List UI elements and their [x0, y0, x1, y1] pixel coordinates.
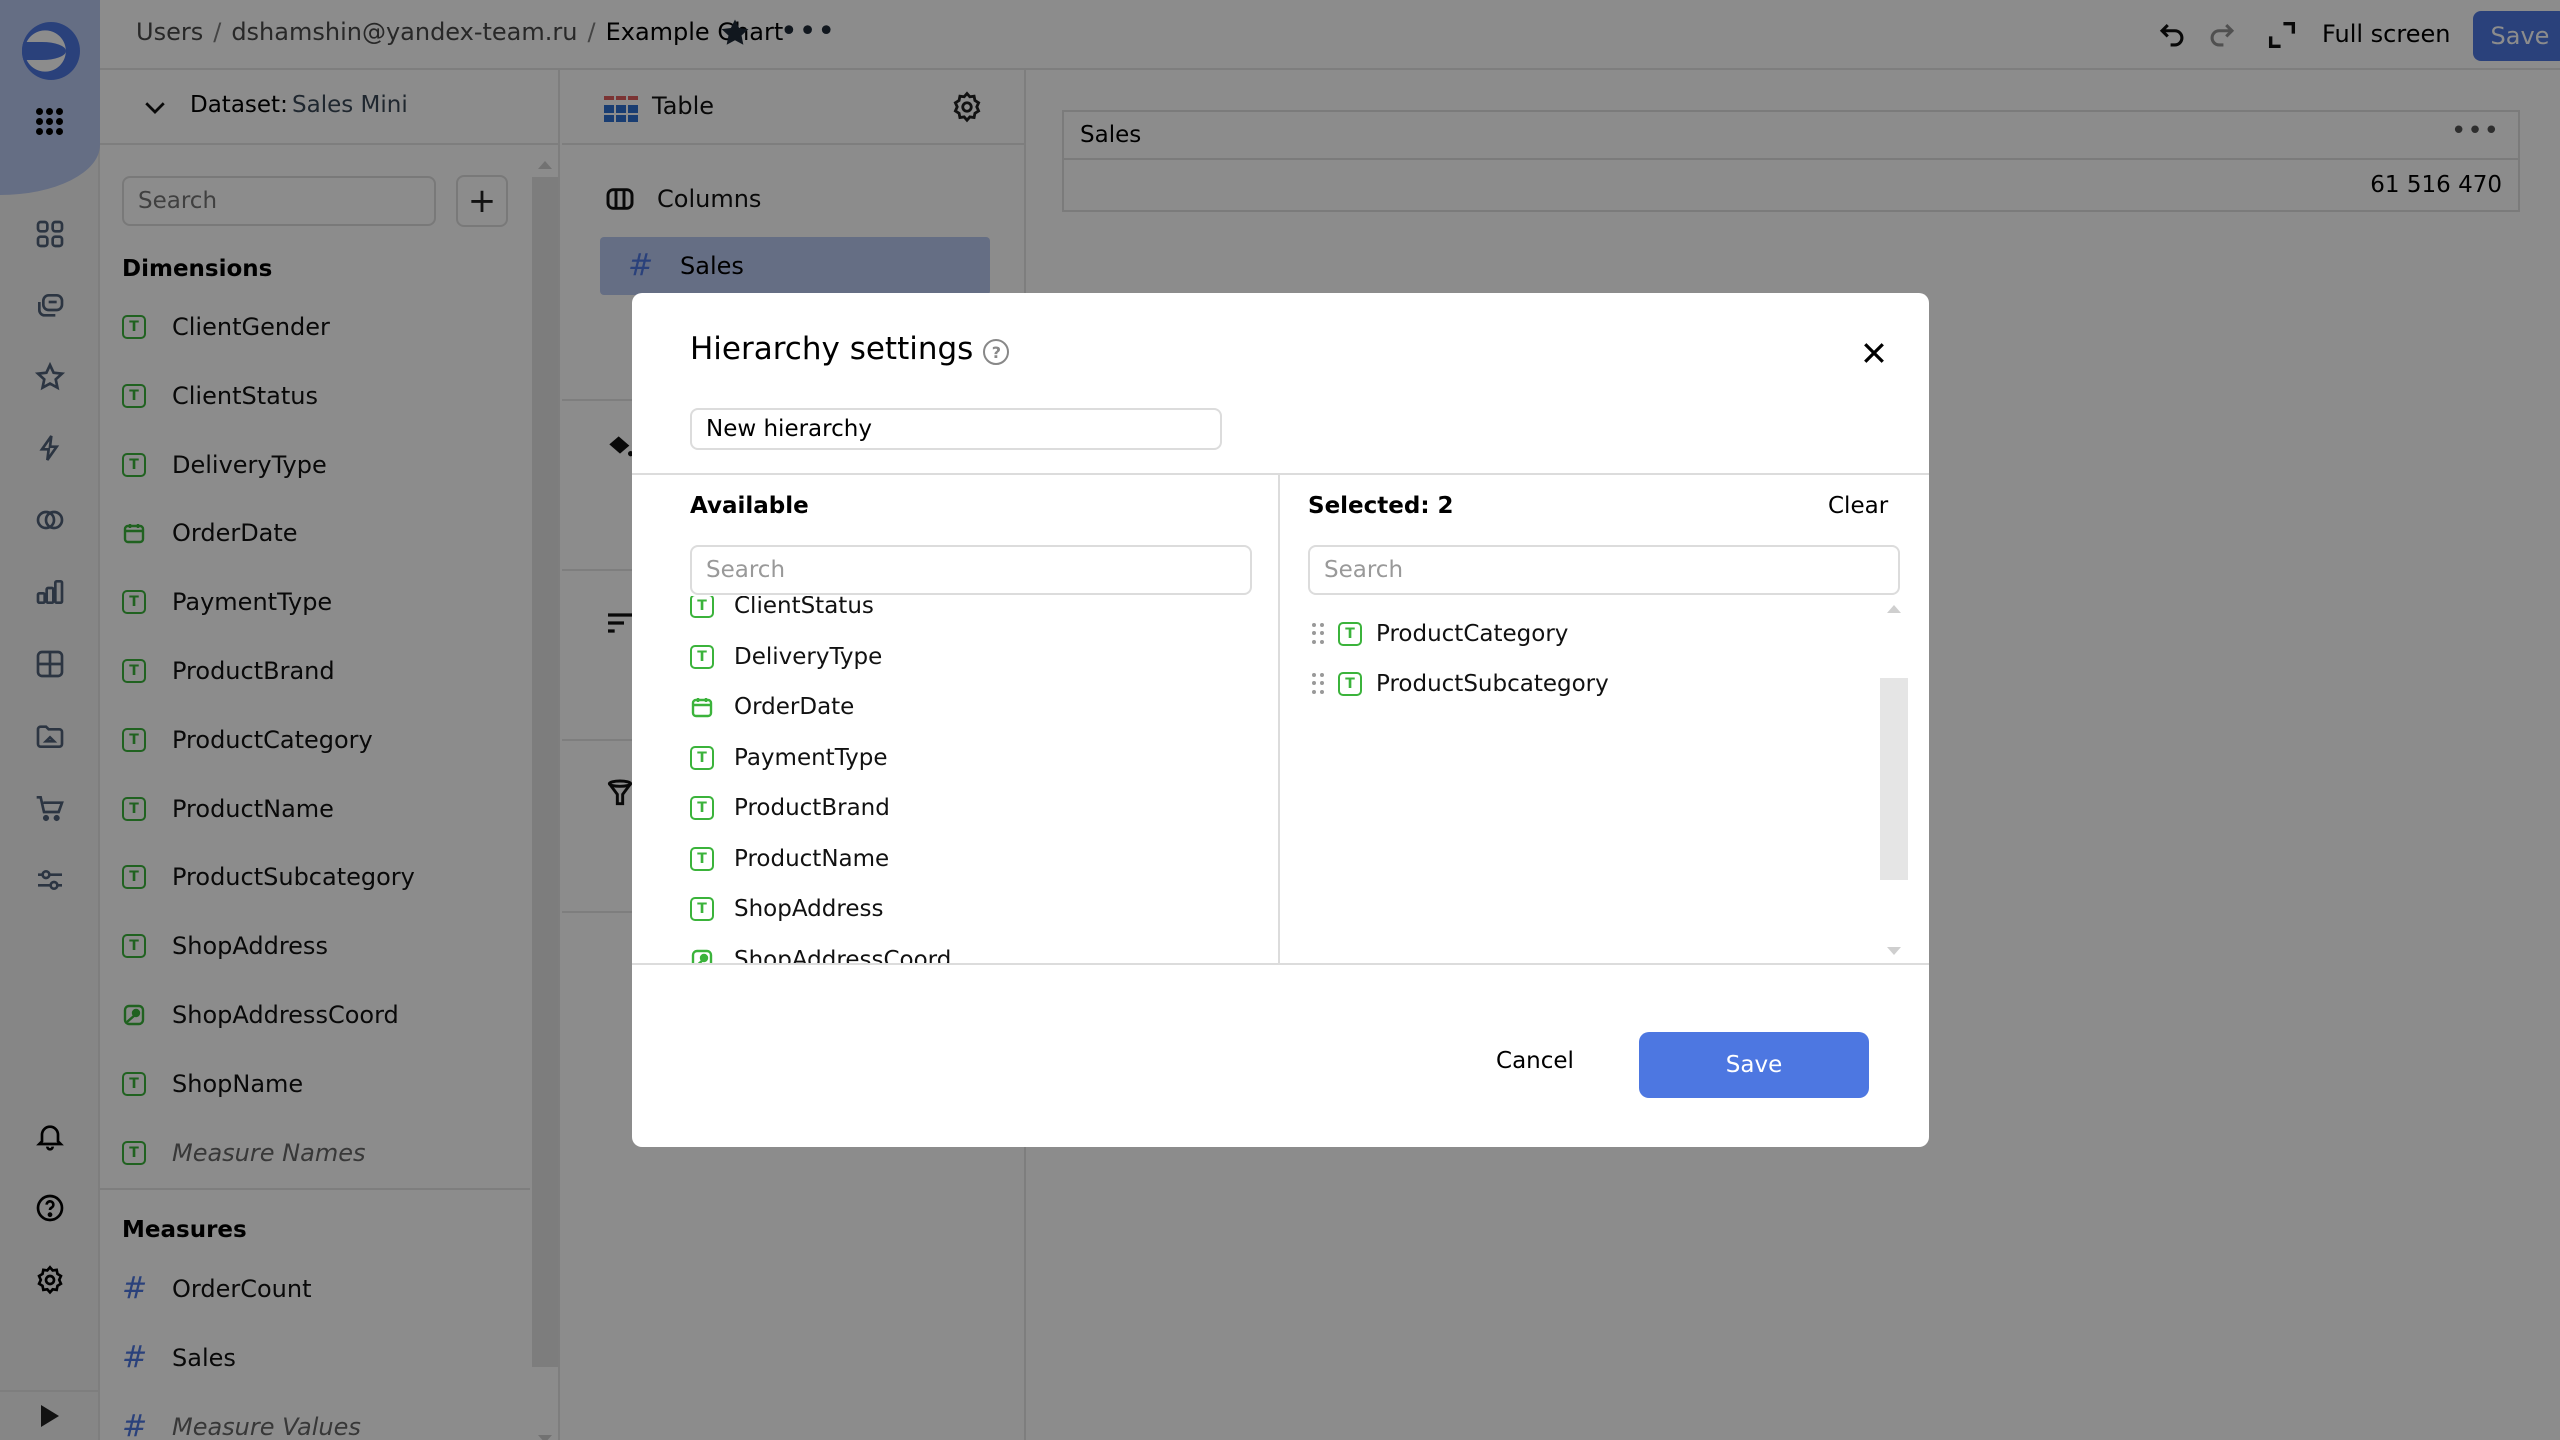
string-type-icon: T — [1338, 622, 1362, 646]
available-field[interactable]: OrderDate — [690, 687, 854, 727]
string-type-icon: T — [690, 644, 714, 669]
scrollbar-thumb[interactable] — [1880, 678, 1908, 880]
field-label: ShopAddressCoord — [734, 946, 952, 964]
drag-handle-icon[interactable] — [1312, 623, 1324, 645]
selected-field[interactable]: T ProductCategory — [1312, 614, 1568, 654]
dialog-title: Hierarchy settings ? — [690, 331, 1010, 367]
geo-type-icon — [690, 948, 714, 963]
selected-field[interactable]: T ProductSubcategory — [1312, 664, 1609, 704]
available-field[interactable]: T DeliveryType — [690, 637, 882, 677]
string-type-icon: T — [1338, 672, 1362, 696]
close-button[interactable] — [1854, 333, 1894, 373]
selected-search-input[interactable] — [1308, 545, 1900, 595]
available-field[interactable]: T ShopAddress — [690, 889, 883, 929]
date-type-icon — [690, 695, 714, 719]
hierarchy-name-input[interactable] — [690, 408, 1222, 450]
field-label: ProductSubcategory — [1376, 671, 1609, 697]
available-list-scrollbar[interactable] — [1880, 605, 1908, 955]
string-type-icon: T — [690, 745, 714, 770]
help-icon[interactable]: ? — [983, 339, 1010, 365]
available-fields-list: T ClientStatus T DeliveryType OrderDate T Paym… — [690, 596, 1270, 963]
column-divider — [1278, 475, 1280, 963]
scroll-down-arrow[interactable] — [1887, 947, 1901, 955]
close-icon — [1864, 343, 1884, 363]
field-label: ClientStatus — [734, 596, 874, 619]
field-label: OrderDate — [734, 694, 855, 720]
string-type-icon: T — [690, 846, 714, 871]
selected-title: Selected: 2 — [1308, 493, 1454, 519]
divider — [632, 473, 1929, 475]
hierarchy-settings-dialog: Hierarchy settings ? Available T ClientSt… — [632, 293, 1929, 1147]
field-label: ShopAddress — [734, 896, 884, 922]
clear-button[interactable]: Clear — [1828, 493, 1888, 519]
string-type-icon: T — [690, 897, 714, 921]
available-title: Available — [690, 493, 809, 519]
dialog-title-text: Hierarchy settings — [690, 331, 974, 367]
scroll-up-arrow[interactable] — [1887, 605, 1901, 613]
divider — [632, 963, 1929, 965]
field-label: ProductName — [734, 845, 890, 872]
available-field[interactable]: T ClientStatus — [690, 596, 874, 626]
string-type-icon: T — [690, 796, 714, 820]
available-field[interactable]: T ProductName — [690, 839, 889, 879]
field-label: ProductBrand — [734, 795, 890, 821]
drag-handle-icon[interactable] — [1312, 673, 1324, 695]
save-button[interactable]: Save — [1639, 1032, 1869, 1098]
field-label: ProductCategory — [1376, 621, 1569, 647]
available-field[interactable]: T ProductBrand — [690, 788, 890, 828]
available-search-input[interactable] — [690, 545, 1252, 595]
cancel-button[interactable]: Cancel — [1450, 1028, 1620, 1094]
available-field[interactable]: T PaymentType — [690, 738, 888, 778]
field-label: DeliveryType — [734, 643, 883, 670]
field-label: PaymentType — [734, 744, 888, 771]
available-field[interactable]: ShopAddressCoord — [690, 940, 952, 964]
string-type-icon: T — [690, 596, 714, 618]
